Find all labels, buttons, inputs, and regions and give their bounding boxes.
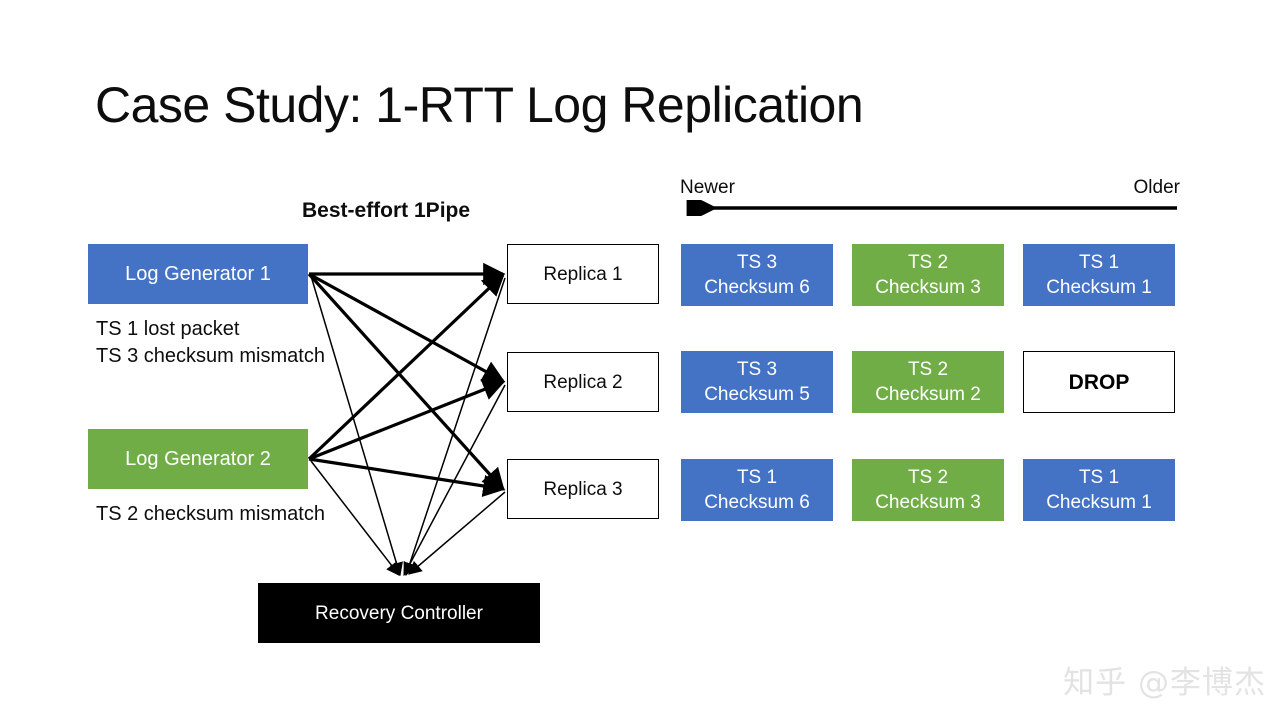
log-cell-r3c2-ts: TS 2 xyxy=(907,467,949,488)
replica-1-box[interactable]: Replica 1 xyxy=(507,244,659,304)
replica-3-box[interactable]: Replica 3 xyxy=(507,459,659,519)
log-cell-r1c2-checksum: Checksum 3 xyxy=(875,277,981,298)
replica-1-label: Replica 1 xyxy=(543,263,623,285)
slide-canvas: Case Study: 1-RTT Log Replication Best-e… xyxy=(0,0,1280,720)
log-cell-r3c1-ts: TS 1 xyxy=(736,467,778,488)
time-direction-axis: Newer Older xyxy=(680,176,1180,216)
log-cell-r2c1-ts: TS 3 xyxy=(736,359,778,380)
log-cell-r1c1-checksum: Checksum 6 xyxy=(704,277,810,298)
replica-2-label: Replica 2 xyxy=(543,371,623,393)
log-cell-r3c3-checksum: Checksum 1 xyxy=(1046,492,1152,513)
log-cell-r3c1[interactable]: TS 1 Checksum 6 xyxy=(681,459,833,521)
recovery-controller-label: Recovery Controller xyxy=(315,602,483,624)
replica-3-label: Replica 3 xyxy=(543,478,623,500)
log-cell-r1c3-checksum: Checksum 1 xyxy=(1046,277,1152,298)
log-cell-r2c2-checksum: Checksum 2 xyxy=(875,384,981,405)
log-cell-r3c3[interactable]: TS 1 Checksum 1 xyxy=(1023,459,1175,521)
best-effort-pipe-label: Best-effort 1Pipe xyxy=(302,199,471,222)
log-generator-1-note: TS 1 lost packet TS 3 checksum mismatch xyxy=(96,318,325,367)
log-generator-2-label: Log Generator 2 xyxy=(125,447,271,470)
log-cell-r2c1[interactable]: TS 3 Checksum 5 xyxy=(681,351,833,413)
log-generator-2-box[interactable]: Log Generator 2 xyxy=(88,429,308,489)
log-cell-r2c1-checksum: Checksum 5 xyxy=(704,384,810,405)
log-cell-r1c3[interactable]: TS 1 Checksum 1 xyxy=(1023,244,1175,306)
log-cell-r1c2[interactable]: TS 2 Checksum 3 xyxy=(852,244,1004,306)
log-generator-1-box[interactable]: Log Generator 1 xyxy=(88,244,308,304)
watermark: 知乎 @李博杰 xyxy=(1063,665,1266,701)
replica-2-box[interactable]: Replica 2 xyxy=(507,352,659,412)
log-cell-r2c2[interactable]: TS 2 Checksum 2 xyxy=(852,351,1004,413)
log-cell-r3c2-checksum: Checksum 3 xyxy=(875,492,981,513)
log-cell-r3c1-checksum: Checksum 6 xyxy=(704,492,810,513)
recovery-controller-box[interactable]: Recovery Controller xyxy=(258,583,540,643)
log-generator-1-label: Log Generator 1 xyxy=(125,262,271,285)
log-cell-r3c3-ts: TS 1 xyxy=(1078,467,1120,488)
log-cell-r1c3-ts: TS 1 xyxy=(1078,252,1120,273)
log-cell-r2c3-label: DROP xyxy=(1068,370,1130,394)
page-title: Case Study: 1-RTT Log Replication xyxy=(95,77,864,133)
log-cell-r1c1[interactable]: TS 3 Checksum 6 xyxy=(681,244,833,306)
time-axis-arrow-icon xyxy=(686,200,1177,216)
log-cell-r1c2-ts: TS 2 xyxy=(907,252,949,273)
log-cell-r1c1-ts: TS 3 xyxy=(736,252,778,273)
axis-label-older: Older xyxy=(1133,177,1180,198)
log-generator-2-note: TS 2 checksum mismatch xyxy=(96,503,325,525)
log-cell-r3c2[interactable]: TS 2 Checksum 3 xyxy=(852,459,1004,521)
axis-label-newer: Newer xyxy=(680,177,735,198)
log-cell-r2c3-drop[interactable]: DROP xyxy=(1023,351,1175,413)
log-cell-r2c2-ts: TS 2 xyxy=(907,359,949,380)
